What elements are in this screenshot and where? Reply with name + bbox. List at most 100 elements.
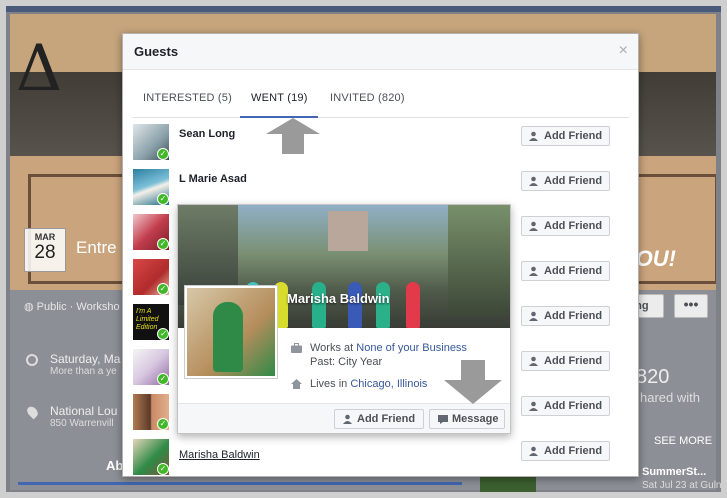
guest-row: ✓ Marisha Baldwin Add Friend [133,439,623,476]
top-strip [6,6,721,12]
screenshot-frame: Δ YOU! MAR 28 Entre ◍ Public · Worksho S… [0,0,727,498]
about-tab-partial[interactable]: Ab [106,458,123,473]
hovercard-add-friend-label: Add Friend [357,413,416,425]
add-friend-button[interactable]: Add Friend [521,351,610,371]
add-friend-icon [343,414,352,424]
event-title: Entre [76,238,117,257]
add-friend-icon [529,176,538,186]
add-friend-button[interactable]: Add Friend [521,396,610,416]
add-friend-label: Add Friend [544,130,603,142]
guest-row: ✓ Sean Long Add Friend [133,124,623,164]
add-friend-label: Add Friend [544,220,603,232]
add-friend-label: Add Friend [544,265,603,277]
event-date-subtext: More than a ye [50,366,117,377]
globe-icon: ◍ [24,301,37,313]
arrow-up-icon [266,118,320,154]
add-friend-label: Add Friend [544,400,603,412]
profile-photo-image [187,288,275,376]
home-icon [291,379,302,389]
avatar[interactable]: I'm A Limited Edition ✓ [133,304,169,340]
event-location-text[interactable]: National Lou [50,404,117,418]
avatar[interactable]: ✓ [133,124,169,160]
event-location-info: National Lou 850 Warrenvill [25,404,117,429]
cover-building-right [448,205,510,315]
hovercard-work-line: Works at None of your Business [310,342,467,354]
avatar[interactable]: ✓ [133,439,169,475]
briefcase-icon [291,343,302,353]
add-friend-button[interactable]: Add Friend [521,306,610,326]
hovercard-lives-line: Lives in Chicago, Illinois [310,378,427,390]
event-date-text: Saturday, Ma [50,352,121,366]
hovercard-profile-photo[interactable] [184,285,278,379]
avatar-caption: I'm A Limited Edition [136,308,159,331]
add-friend-label: Add Friend [544,445,603,457]
add-friend-icon [529,311,538,321]
cover-building-center [328,211,368,251]
add-friend-icon [529,356,538,366]
add-friend-button[interactable]: Add Friend [521,216,610,236]
hovercard-past-work: Past: City Year [310,356,383,368]
event-month: MAR [34,232,56,242]
checkmark-icon: ✓ [157,193,169,205]
hovercard-name[interactable]: Marisha Baldwin [287,291,390,306]
close-icon[interactable]: × [619,42,628,60]
arrow-down-icon [444,360,502,404]
add-friend-label: Add Friend [544,310,603,322]
cover-person [406,282,420,328]
add-friend-icon [529,401,538,411]
checkmark-icon: ✓ [157,328,169,340]
tab-invited[interactable]: INVITED (820) [330,92,405,104]
dialog-header: Guests × [123,34,638,70]
dialog-title: Guests [134,44,179,59]
tab-went[interactable]: WENT (19) [251,92,308,104]
lives-prefix: Lives in [310,378,351,390]
work-link[interactable]: None of your Business [356,342,467,354]
avatar[interactable]: ✓ [133,259,169,295]
avatar[interactable]: ✓ [133,214,169,250]
add-friend-icon [529,446,538,456]
guest-name[interactable]: L Marie Asad [179,173,247,185]
checkmark-icon: ✓ [157,148,169,160]
add-friend-icon [529,131,538,141]
see-more-link[interactable]: SEE MORE [654,435,712,447]
profile-person [213,302,243,372]
more-options-button[interactable]: ••• [674,294,708,318]
suggested-event-title[interactable]: SummerSt... [642,466,706,478]
guest-name[interactable]: Sean Long [179,128,235,140]
invited-count: 820 [636,366,670,388]
hovercard-message-label: Message [452,413,499,425]
add-friend-button[interactable]: Add Friend [521,261,610,281]
add-friend-icon [529,266,538,276]
lives-link[interactable]: Chicago, Illinois [350,378,427,390]
checkmark-icon: ✓ [157,418,169,430]
privacy-line: ◍ Public · Worksho [24,300,120,313]
privacy-text: Public · Worksho [36,301,120,313]
add-friend-label: Add Friend [544,355,603,367]
add-friend-button[interactable]: Add Friend [521,126,610,146]
clock-icon [26,354,38,366]
add-friend-button[interactable]: Add Friend [521,441,610,461]
message-icon [438,415,448,424]
avatar[interactable]: ✓ [133,349,169,385]
shared-with-text: hared with [640,390,700,405]
event-date-info: Saturday, Ma More than a ye [26,352,120,377]
hovercard-footer: Add Friend Message [178,403,510,433]
hovercard-message-button[interactable]: Message [429,409,505,429]
cover-delta-logo: Δ [16,32,63,106]
about-tab-underline [18,482,462,485]
avatar[interactable]: ✓ [133,169,169,205]
add-friend-button[interactable]: Add Friend [521,171,610,191]
checkmark-icon: ✓ [157,238,169,250]
hovercard-add-friend-button[interactable]: Add Friend [334,409,424,429]
checkmark-icon: ✓ [157,283,169,295]
add-friend-icon [529,221,538,231]
guest-name[interactable]: Marisha Baldwin [179,449,260,461]
checkmark-icon: ✓ [157,373,169,385]
tab-interested[interactable]: INTERESTED (5) [143,92,232,104]
suggested-event-subtitle: Sat Jul 23 at Gulnoksha · Bashu... [642,480,727,491]
guest-row: ✓ L Marie Asad Add Friend [133,169,623,209]
checkmark-icon: ✓ [157,463,169,475]
avatar[interactable]: ✓ [133,394,169,430]
event-address-text: 850 Warrenvill [50,418,114,429]
event-date-box: MAR 28 [24,228,66,272]
